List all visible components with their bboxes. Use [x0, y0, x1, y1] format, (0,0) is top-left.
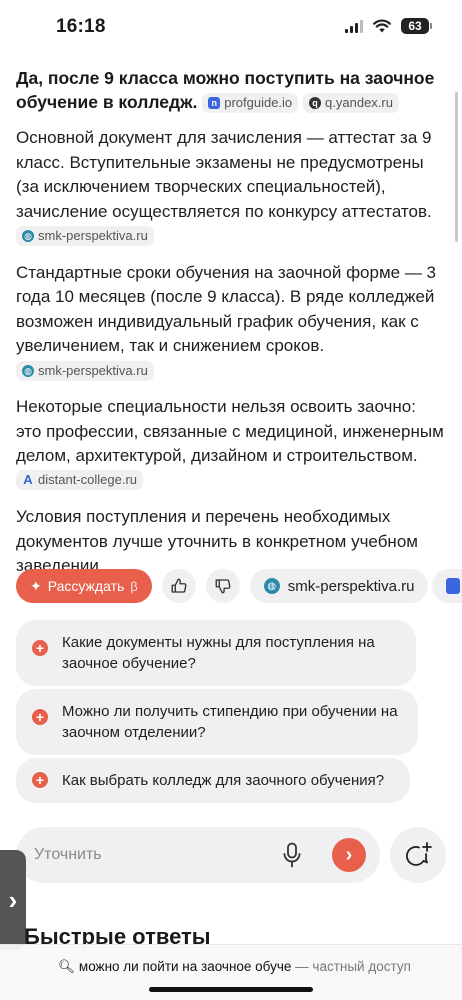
source-chip-yandex-q[interactable]: q q.yandex.ru	[303, 93, 399, 113]
profguide-icon: n	[208, 97, 221, 109]
profguide-icon	[446, 578, 460, 594]
new-chat-icon	[406, 842, 432, 866]
source-label: smk-perspektiva.ru	[38, 362, 148, 378]
follow-up-input[interactable]	[34, 846, 280, 864]
wifi-icon	[373, 19, 391, 33]
answer-content: Да, после 9 класса можно поступить на за…	[16, 66, 446, 579]
new-chat-button[interactable]	[390, 827, 446, 883]
globe-icon: ◍	[22, 364, 34, 377]
paragraph-text: Стандартные сроки обучения на заочной фо…	[16, 262, 437, 356]
reason-button[interactable]: ✦ Рассуждать β	[16, 569, 152, 603]
suggestion-item[interactable]: + Как выбрать колледж для заочного обуче…	[16, 758, 410, 803]
answer-paragraph: Стандартные сроки обучения на заочной фо…	[16, 261, 446, 384]
plus-icon: +	[32, 640, 48, 656]
answer-paragraph: Условия поступления и перечень необходим…	[16, 505, 446, 579]
sparkle-icon: ✦	[30, 577, 42, 594]
status-bar: 16:18 63	[0, 0, 462, 58]
thumbs-up-icon	[171, 578, 187, 593]
suggestion-item[interactable]: + Какие документы нужны для поступления …	[16, 620, 416, 686]
source-chip-smk[interactable]: ◍ smk-perspektiva.ru	[16, 226, 154, 246]
home-indicator[interactable]	[149, 987, 313, 992]
source-label: q.yandex.ru	[325, 95, 393, 110]
globe-icon: ◍	[22, 230, 34, 242]
source-label: profguide.io	[224, 95, 293, 110]
battery-level: 63	[401, 18, 429, 34]
search-icon: 🔍︎	[58, 959, 76, 974]
private-access-label: — частный доступ	[295, 959, 411, 974]
address-query: можно ли пойти на заочное обуче	[78, 959, 292, 974]
reason-label: Рассуждать	[47, 578, 125, 594]
paragraph-text: Некоторые специальности нельзя освоить з…	[16, 397, 444, 465]
cellular-signal-icon	[345, 19, 363, 33]
plus-icon: +	[32, 709, 48, 725]
source-label: smk-perspektiva.ru	[38, 228, 148, 243]
send-button[interactable]: ›	[332, 838, 366, 872]
chevron-right-icon: ›	[8, 884, 18, 915]
yandex-q-icon: q	[309, 97, 322, 109]
thumbs-down-button[interactable]	[205, 569, 240, 603]
plus-icon: +	[32, 772, 48, 788]
paragraph-text: Основной документ для зачисления — аттес…	[16, 128, 432, 221]
beta-badge: β	[130, 578, 138, 594]
source-chip-profguide[interactable]: n profguide.io	[202, 93, 299, 113]
scrollbar[interactable]	[455, 92, 458, 242]
chevron-right-icon: ›	[345, 843, 353, 866]
source-chip-partial[interactable]	[432, 569, 462, 603]
source-chip-large[interactable]: ◍ smk-perspektiva.ru	[249, 569, 429, 603]
status-time: 16:18	[56, 16, 106, 37]
battery-icon: 63	[401, 18, 432, 34]
source-chip-label: smk-perspektiva.ru	[287, 577, 415, 595]
source-label: distant-college.ru	[38, 471, 137, 487]
thumbs-down-icon	[215, 579, 231, 594]
answer-paragraph: Основной документ для зачисления — аттес…	[16, 126, 446, 249]
source-chip-distant-college[interactable]: A distant-college.ru	[16, 469, 143, 490]
paragraph-text: Условия поступления и перечень необходим…	[16, 507, 418, 575]
suggestion-text: Как выбрать колледж для заочного обучени…	[62, 772, 385, 789]
address-text: 🔍︎ можно ли пойти на заочное обуче — час…	[58, 959, 411, 975]
follow-up-input-box: ›	[16, 827, 380, 883]
suggestion-text: Какие документы нужны для поступления на…	[62, 634, 375, 672]
side-panel-toggle[interactable]: ›	[0, 850, 26, 950]
suggestion-item[interactable]: + Можно ли получить стипендию при обучен…	[16, 689, 418, 755]
status-icons: 63	[345, 18, 432, 34]
suggestion-text: Можно ли получить стипендию при обучении…	[62, 703, 398, 741]
source-chip-smk[interactable]: ◍ smk-perspektiva.ru	[16, 360, 154, 381]
thumbs-up-button[interactable]	[161, 569, 196, 603]
microphone-icon[interactable]	[280, 841, 304, 869]
answer-actions: ✦ Рассуждать β ◍ smk-perspektiva.ru	[16, 569, 462, 603]
distant-college-icon: A	[23, 471, 33, 487]
globe-icon: ◍	[263, 578, 280, 594]
answer-headline: Да, после 9 класса можно поступить на за…	[16, 66, 446, 114]
answer-paragraph: Некоторые специальности нельзя освоить з…	[16, 395, 446, 493]
